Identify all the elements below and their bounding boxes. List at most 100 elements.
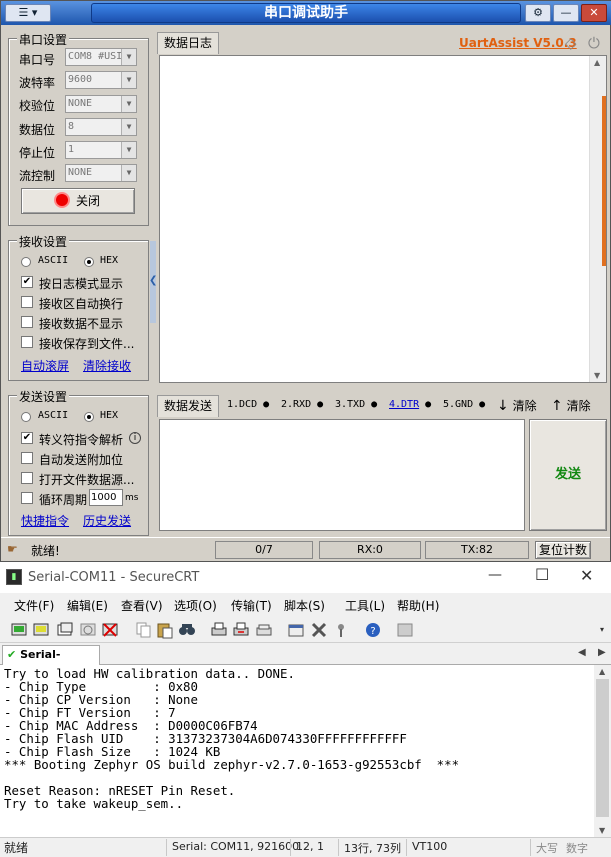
send-input-area[interactable]: [159, 419, 525, 531]
shortcut-link[interactable]: 快捷指令: [21, 512, 69, 529]
arrow-down-icon: ↓: [497, 398, 509, 414]
keymap-icon[interactable]: [332, 621, 350, 639]
recv-hex-radio[interactable]: [84, 257, 94, 267]
serial-settings-title: 串口设置: [17, 31, 70, 48]
tab-next-icon[interactable]: ▶: [598, 647, 606, 658]
scroll-thumb[interactable]: [596, 679, 609, 817]
printer-setup-icon[interactable]: [255, 621, 273, 639]
period-input[interactable]: 1000: [89, 489, 123, 506]
file-source-checkbox[interactable]: [21, 472, 33, 484]
close-window-button[interactable]: ✕: [580, 566, 593, 585]
svg-text:?: ?: [370, 626, 375, 637]
scroll-up-icon[interactable]: ▲: [599, 667, 605, 676]
close-window-button[interactable]: ✕: [581, 4, 607, 22]
check-icon: ✔: [7, 648, 17, 661]
auto-wrap-checkbox[interactable]: [21, 296, 33, 308]
log-mode-checkbox[interactable]: ✔: [21, 276, 33, 288]
baud-select[interactable]: 9600 ▼: [65, 71, 137, 89]
print-icon[interactable]: [210, 621, 228, 639]
menu-options[interactable]: 选项(O): [174, 597, 217, 614]
sftp-icon[interactable]: [396, 621, 414, 639]
send-ascii-radio[interactable]: [21, 412, 31, 422]
diamond-icon[interactable]: ◇: [565, 34, 577, 52]
quick-connect-icon[interactable]: [32, 621, 50, 639]
copy-icon[interactable]: [134, 621, 152, 639]
clear-send-button[interactable]: ↓ 清除: [497, 397, 537, 414]
minimize-button[interactable]: —: [553, 4, 579, 22]
session-tab-icon[interactable]: [56, 621, 74, 639]
system-menu-button[interactable]: ☰ ▾: [5, 4, 51, 22]
tx-count: TX:82: [425, 541, 529, 559]
crt-menu-bar: 文件(F) 编辑(E) 查看(V) 选项(O) 传输(T) 脚本(S) 工具(L…: [0, 593, 611, 617]
parity-select[interactable]: NONE ▼: [65, 95, 137, 113]
menu-script[interactable]: 脚本(S): [284, 597, 325, 614]
loop-period-label: 循环周期: [39, 493, 88, 507]
minimize-button[interactable]: —: [488, 567, 502, 583]
help-icon[interactable]: ?: [364, 621, 382, 639]
send-hex-radio[interactable]: [84, 412, 94, 422]
menu-edit[interactable]: 编辑(E): [67, 597, 108, 614]
toolbar-overflow-icon[interactable]: ▾: [600, 625, 604, 634]
close-port-button[interactable]: 关闭: [21, 188, 135, 214]
print-selection-icon[interactable]: [232, 621, 250, 639]
dcd-dot-icon: ●: [263, 399, 270, 410]
menu-transfer[interactable]: 传输(T): [231, 597, 272, 614]
clear-all-button[interactable]: ↑ 清除: [551, 397, 591, 414]
maximize-button[interactable]: ☐: [535, 565, 549, 584]
tab-data-send[interactable]: 数据发送: [157, 395, 219, 417]
find-icon[interactable]: [178, 621, 196, 639]
tab-serial-com11[interactable]: ✔ Serial-COM11: [2, 645, 100, 679]
crt-session-tabs: ✔ Serial-COM11 ◀ ▶: [0, 643, 611, 679]
connect-icon[interactable]: [10, 621, 28, 639]
scroll-down-icon[interactable]: ▼: [599, 826, 605, 835]
num-status: 数字: [566, 842, 588, 855]
append-bit-checkbox[interactable]: [21, 452, 33, 464]
scroll-up-icon[interactable]: ▲: [594, 58, 600, 67]
info-icon[interactable]: i: [129, 432, 141, 444]
status-divider: [406, 839, 407, 856]
disconnect-icon[interactable]: [101, 621, 119, 639]
save-recv-checkbox[interactable]: [21, 336, 33, 348]
panel-collapse-handle[interactable]: ❮: [149, 241, 157, 323]
auto-wrap-label: 接收区自动换行: [39, 297, 124, 311]
recv-ascii-radio[interactable]: [21, 257, 31, 267]
terminal-type-status: VT100: [412, 840, 448, 853]
flow-select[interactable]: NONE ▼: [65, 164, 137, 182]
hide-recv-checkbox[interactable]: [21, 316, 33, 328]
terminal-line: Try to take wakeup_sem..: [4, 796, 184, 811]
dtr-indicator[interactable]: 4.DTR ●: [389, 399, 431, 410]
terminal-area[interactable]: Try to load HW calibration data.. DONE. …: [0, 665, 611, 837]
settings-icon[interactable]: ⚙: [525, 4, 551, 22]
tab-data-log[interactable]: 数据日志: [157, 32, 219, 54]
scroll-down-icon[interactable]: ▼: [594, 371, 600, 380]
receive-log-area[interactable]: ▲ ▼: [159, 55, 607, 383]
reset-count-button[interactable]: 复位计数: [535, 541, 591, 559]
loop-period-checkbox[interactable]: [21, 492, 33, 504]
menu-tools[interactable]: 工具(L): [345, 597, 385, 614]
send-button[interactable]: 发送: [529, 419, 607, 531]
version-link[interactable]: UartAssist V5.0.3: [459, 36, 577, 50]
clear-recv-link[interactable]: 清除接收: [83, 357, 131, 374]
status-divider: [166, 839, 167, 856]
history-link[interactable]: 历史发送: [83, 512, 131, 529]
port-select[interactable]: COM8 #USI ▼: [65, 48, 137, 66]
menu-view[interactable]: 查看(V): [121, 597, 163, 614]
global-options-icon[interactable]: [310, 621, 328, 639]
databits-label: 数据位: [19, 123, 56, 137]
stopbits-select[interactable]: 1 ▼: [65, 141, 137, 159]
baud-label: 波特率: [19, 76, 56, 90]
databits-select[interactable]: 8 ▼: [65, 118, 137, 136]
reconnect-icon[interactable]: [79, 621, 97, 639]
paste-icon[interactable]: [156, 621, 174, 639]
terminal-scrollbar[interactable]: ▲ ▼: [594, 665, 611, 837]
session-options-icon[interactable]: [287, 621, 305, 639]
escape-parse-checkbox[interactable]: ✔: [21, 432, 33, 444]
tab-prev-icon[interactable]: ◀: [578, 647, 586, 658]
escape-parse-label: 转义符指令解析: [39, 433, 124, 447]
menu-file[interactable]: 文件(F): [14, 597, 54, 614]
txd-indicator: 3.TXD ●: [335, 399, 378, 410]
auto-scroll-link[interactable]: 自动滚屏: [21, 357, 69, 374]
menu-help[interactable]: 帮助(H): [397, 597, 439, 614]
power-icon[interactable]: ⏻: [588, 34, 600, 52]
log-scrollbar[interactable]: ▲ ▼: [589, 56, 606, 382]
